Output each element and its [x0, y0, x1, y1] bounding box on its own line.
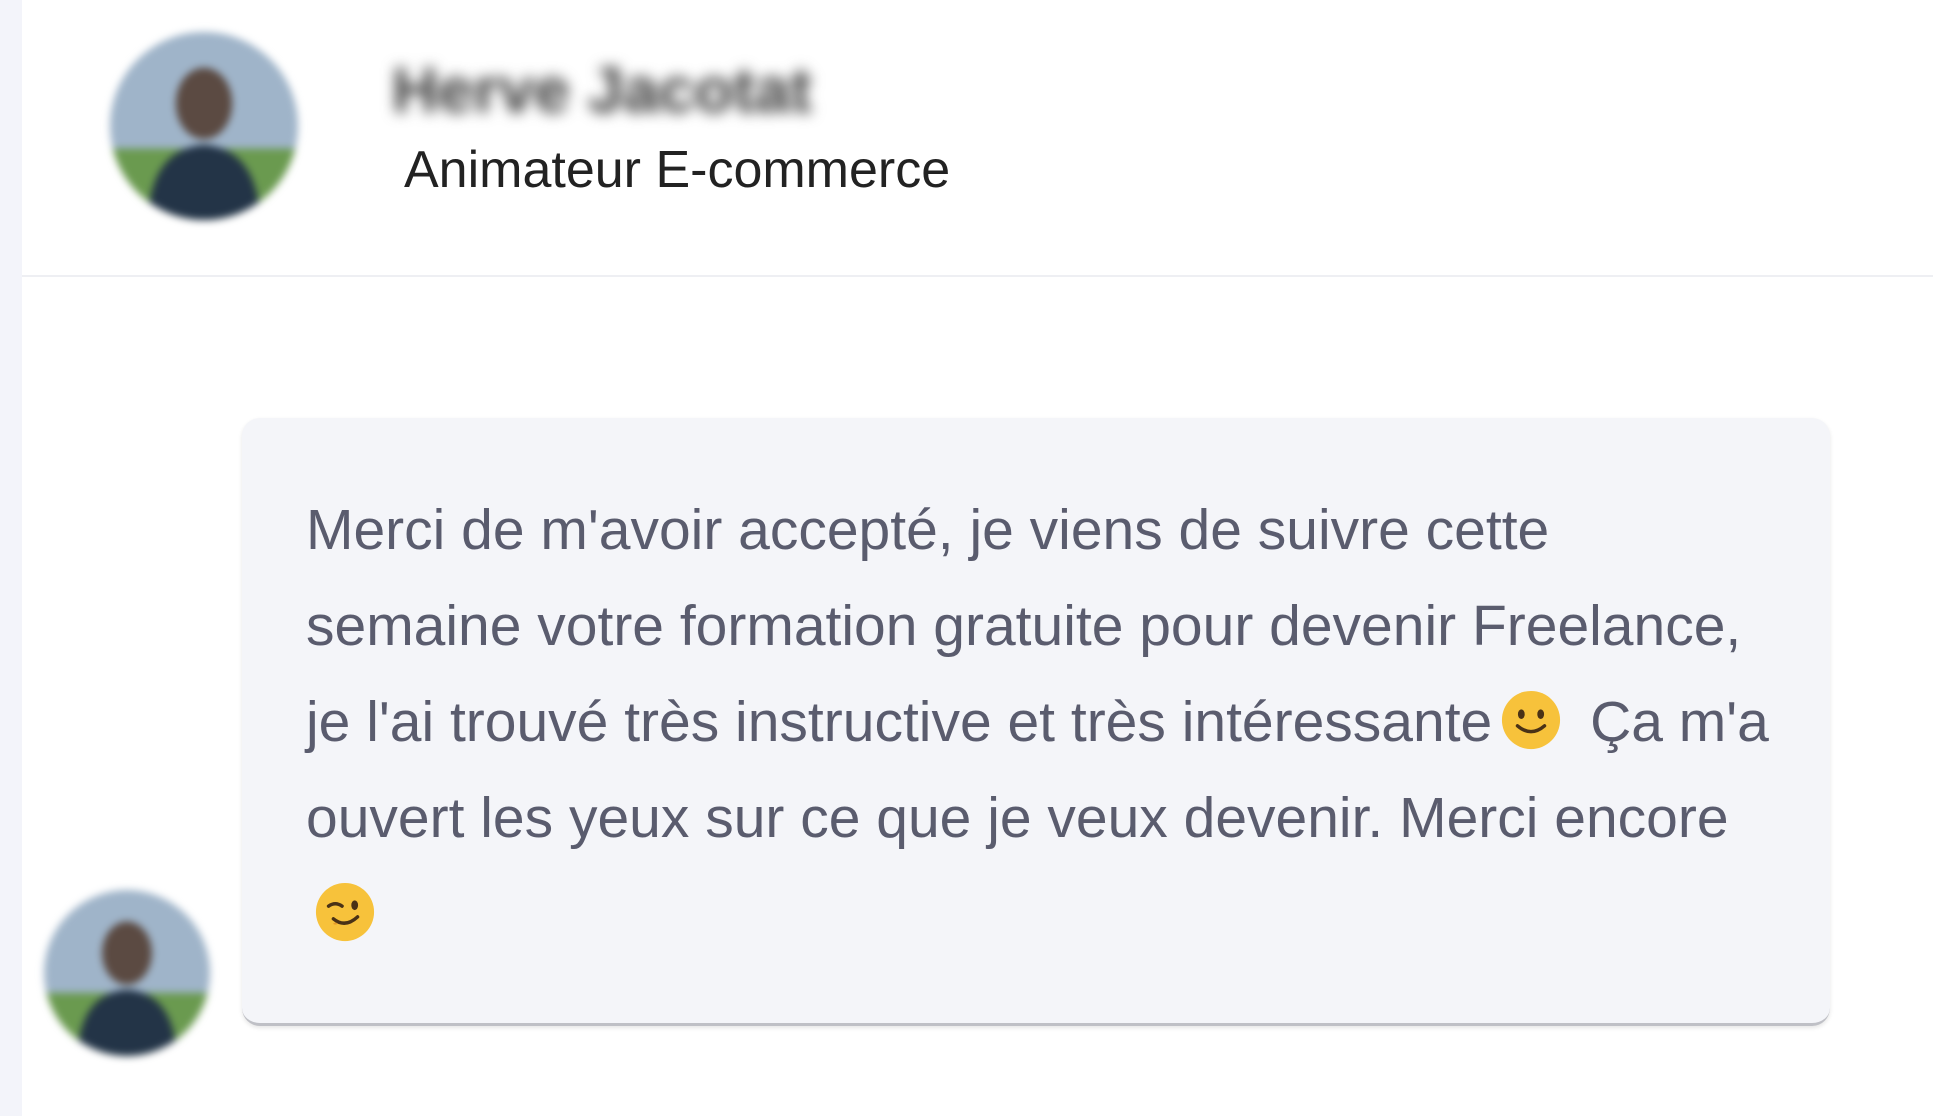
contact-avatar[interactable]: [110, 32, 298, 220]
person-photo-icon: [110, 32, 298, 220]
left-sidebar-strip: [0, 0, 22, 1116]
message-text: Merci de m'avoir accepté, je viens de su…: [306, 482, 1780, 962]
message-bubble: Merci de m'avoir accepté, je viens de su…: [242, 418, 1830, 1026]
person-photo-icon: [44, 890, 210, 1056]
conversation-header: Herve Jacotat Animateur E-commerce: [22, 0, 1933, 277]
contact-name[interactable]: Herve Jacotat: [392, 45, 812, 135]
winking-face-icon: [314, 881, 376, 943]
contact-job-title: Animateur E-commerce: [404, 141, 951, 199]
message-sender-avatar[interactable]: [44, 890, 210, 1056]
slightly-smiling-face-icon: [1500, 689, 1562, 751]
